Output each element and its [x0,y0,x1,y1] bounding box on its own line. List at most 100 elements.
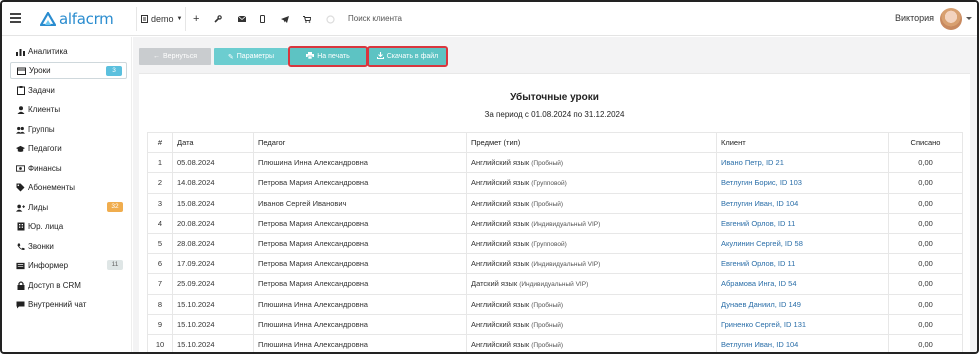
subject-name: Английский язык [471,319,530,329]
informer-count-badge: 11 [107,260,123,270]
sidebar-item-crm-access[interactable]: Доступ в CRM [10,277,127,294]
alfacrm-logo-icon [40,12,56,26]
chat-icon [16,300,25,309]
row-client: Гриненко Сергей, ID 131 [716,313,889,335]
subject-name: Английский язык [471,259,530,269]
chevron-down-icon: ▼ [176,16,183,22]
row-subject: Английский язык (Индивидуальный VIP) [466,253,717,275]
app-window: alfacrm demo ▼ + Поиск клиента Виктория [0,0,979,354]
col-header-written-off: Списано [888,131,963,154]
sidebar-item-teachers[interactable]: Педагоги [10,140,127,157]
sidebar-item-label: Аналитика [28,47,68,56]
row-date: 17.09.2024 [172,253,254,275]
download-button[interactable]: Скачать в файл [367,46,448,67]
user-plus-icon [16,203,25,212]
row-written-off: 0,00 [888,232,963,255]
menu-icon[interactable] [10,13,21,23]
row-number: 6 [147,253,173,275]
client-link[interactable]: Ветлугин Иван, ID 104 [721,340,798,349]
sidebar-item-lessons[interactable]: Уроки 3 [10,62,127,79]
sidebar-item-label: Юр. лица [28,222,64,231]
row-number: 1 [147,152,173,174]
client-link[interactable]: Ветлугин Иван, ID 104 [721,199,798,208]
row-subject: Английский язык (Пробный) [466,293,717,315]
leads-count-badge: 32 [107,202,123,212]
row-teacher: Иванов Сергей Иванович [253,192,467,214]
table-row: 5 28.08.2024 Петрова Мария Александровна Ан… [147,232,963,255]
arrow-left-icon: ← [153,53,161,60]
sidebar-item-informer[interactable]: Информер 11 [10,257,127,274]
row-date: 15.10.2024 [172,293,254,315]
col-header-subject: Предмет (тип) [466,131,717,154]
row-subject: Английский язык (Пробный) [466,333,717,352]
row-written-off: 0,00 [888,152,963,174]
cart-icon[interactable] [303,12,311,26]
branch-selector[interactable]: demo ▼ [141,12,182,26]
row-subject: Английский язык (Пробный) [466,152,717,174]
sidebar-item-calls[interactable]: Звонки [10,238,127,255]
subject-name: Английский язык [471,178,530,188]
main-content: ← Вернуться ✎ Параметры На печать Скачат… [133,37,977,352]
lesson-type: (Пробный) [531,160,564,168]
row-number: 3 [147,192,173,214]
row-written-off: 0,00 [888,273,963,295]
lesson-type: (Индивидуальный VIP) [519,281,589,289]
sidebar-item-finance[interactable]: Финансы [10,160,127,177]
add-icon[interactable]: + [193,12,199,26]
client-link[interactable]: Иванo Петр, ID 21 [721,158,784,167]
back-button[interactable]: ← Вернуться [139,48,211,65]
sidebar-item-clients[interactable]: Клиенты [10,101,127,118]
subject-name: Английский язык [471,299,530,309]
client-link[interactable]: Абрамова Инга, ID 54 [721,279,797,288]
col-header-teacher: Педагог [253,131,467,154]
lock-icon [16,281,25,290]
user-name[interactable]: Виктория [895,13,934,23]
logo[interactable]: alfacrm [40,10,114,28]
client-link[interactable]: Евгений Орлов, ID 11 [721,219,795,228]
sidebar-item-subscriptions[interactable]: Абонементы [10,179,127,196]
report-title: Убыточные уроки [510,92,599,103]
chevron-down-icon[interactable] [966,17,972,20]
wrench-icon[interactable] [214,12,222,26]
row-teacher: Петрова Мария Александровна [253,232,467,255]
row-client: Ветлугин Иван, ID 104 [716,333,889,352]
sidebar-item-groups[interactable]: Группы [10,121,127,138]
table-row: 8 15.10.2024 Плюшина Инна Александровна Анг… [147,293,963,315]
building-icon [16,222,25,231]
row-teacher: Плюшина Инна Александровна [253,293,467,315]
spinner-icon [326,12,335,26]
row-written-off: 0,00 [888,333,963,352]
avatar[interactable] [940,8,962,30]
params-label: Параметры [236,53,275,60]
telegram-icon[interactable] [281,12,289,26]
client-link[interactable]: Ветлугин Борис, ID 103 [721,178,802,187]
lesson-type: (Индивидуальный VIP) [531,220,601,228]
table-row: 9 15.10.2024 Плюшина Инна Александровна Анг… [147,313,963,335]
client-link[interactable]: Гриненко Сергей, ID 131 [721,320,806,329]
sidebar-item-leads[interactable]: Лиды 32 [10,199,127,216]
sidebar-item-legal-entities[interactable]: Юр. лица [10,218,127,235]
mail-icon[interactable] [238,12,246,26]
row-date: 20.08.2024 [172,212,254,234]
users-icon [16,125,25,134]
sidebar-item-label: Клиенты [28,105,61,114]
table-row: 7 25.09.2024 Петрова Мария Александровна Да… [147,273,963,295]
row-date: 15.10.2024 [172,313,254,335]
client-link[interactable]: Дунаев Даниил, ID 149 [721,300,801,309]
graduation-cap-icon [16,144,25,153]
subject-name: Датский язык [471,279,518,289]
branch-label: demo [151,14,174,24]
parameters-button[interactable]: ✎ Параметры [214,48,288,65]
client-link[interactable]: Акулинин Сергей, ID 58 [721,239,803,248]
row-client: Абрамова Инга, ID 54 [716,273,889,295]
divider [136,7,137,31]
mobile-icon[interactable] [260,12,265,26]
sidebar-item-internal-chat[interactable]: Внутренний чат [10,296,127,313]
search-input[interactable]: Поиск клиента [348,14,402,23]
client-link[interactable]: Евгений Орлов, ID 11 [721,259,795,268]
sidebar-item-analytics[interactable]: Аналитика [10,43,127,60]
print-button[interactable]: На печать [288,46,368,67]
sidebar-item-tasks[interactable]: Задачи [10,82,127,99]
row-teacher: Плюшина Инна Александровна [253,313,467,335]
row-number: 7 [147,273,173,295]
